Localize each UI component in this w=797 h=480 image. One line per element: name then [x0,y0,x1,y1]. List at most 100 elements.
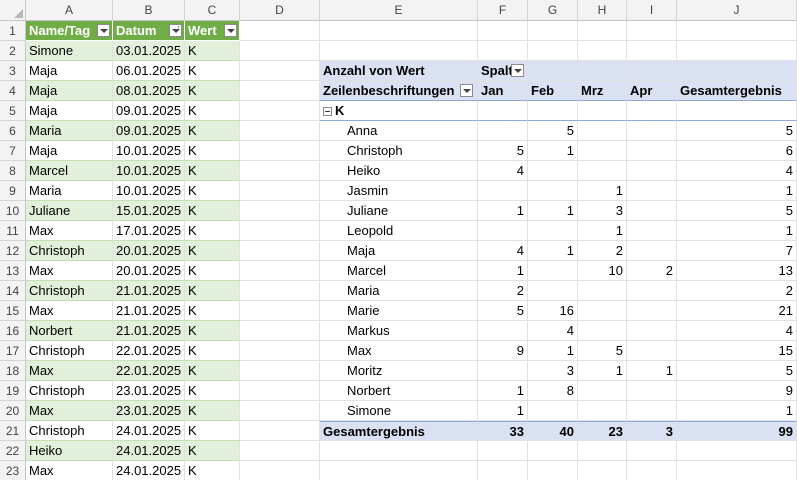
pivot-value-field[interactable]: Anzahl von Wert [320,61,478,81]
pivot-row-name[interactable]: Simone [320,401,478,421]
empty-cell[interactable] [240,241,320,261]
sort-filter-button[interactable]: ↑ [169,24,182,37]
empty-cell[interactable] [677,461,797,480]
table-cell[interactable]: K [185,201,240,221]
table-cell[interactable]: 23.01.2025 [113,381,185,401]
empty-cell[interactable] [240,61,320,81]
pivot-value-cell[interactable]: 5 [528,121,578,141]
empty-cell[interactable] [320,21,478,41]
table-cell[interactable]: K [185,281,240,301]
pivot-month-header[interactable]: Feb [528,81,578,101]
pivot-value-cell[interactable] [627,181,677,201]
pivot-row-total[interactable]: 7 [677,241,797,261]
table-cell[interactable]: Heiko [26,441,113,461]
row-header-10[interactable]: 10 [0,201,26,221]
table-cell[interactable]: 24.01.2025 [113,461,185,480]
empty-cell[interactable] [528,41,578,61]
column-filter-button[interactable] [511,64,524,77]
empty-cell[interactable] [578,461,627,480]
pivot-value-cell[interactable]: 1 [478,401,528,421]
table-cell[interactable]: Christoph [26,281,113,301]
pivot-value-cell[interactable]: 1 [478,381,528,401]
empty-cell[interactable] [240,21,320,41]
table-cell[interactable]: Maja [26,81,113,101]
pivot-row-total[interactable]: 1 [677,401,797,421]
empty-cell[interactable] [240,261,320,281]
table-cell[interactable]: K [185,121,240,141]
pivot-value-cell[interactable]: 1 [528,141,578,161]
row-header-23[interactable]: 23 [0,461,26,480]
table-cell[interactable]: K [185,381,240,401]
table-cell[interactable]: 15.01.2025 [113,201,185,221]
pivot-column-total[interactable]: 33 [478,421,528,441]
empty-cell[interactable] [240,141,320,161]
pivot-value-cell[interactable] [627,301,677,321]
table-cell[interactable]: K [185,261,240,281]
pivot-value-cell[interactable]: 8 [528,381,578,401]
pivot-value-cell[interactable] [478,221,528,241]
pivot-value-cell[interactable] [528,261,578,281]
empty-cell[interactable] [320,441,478,461]
pivot-column-total[interactable]: 40 [528,421,578,441]
pivot-value-cell[interactable] [627,241,677,261]
pivot-group-cell[interactable] [677,101,797,121]
table-cell[interactable]: 21.01.2025 [113,301,185,321]
pivot-header-cell[interactable] [627,61,677,81]
pivot-group-cell[interactable] [627,101,677,121]
pivot-month-header[interactable]: Apr [627,81,677,101]
empty-cell[interactable] [240,321,320,341]
pivot-value-cell[interactable]: 4 [478,161,528,181]
table-cell[interactable]: K [185,341,240,361]
pivot-value-cell[interactable] [627,221,677,241]
empty-cell[interactable] [578,41,627,61]
pivot-value-cell[interactable]: 1 [528,201,578,221]
pivot-month-header[interactable]: Jan [478,81,528,101]
empty-cell[interactable] [240,181,320,201]
table-cell[interactable]: Christoph [26,421,113,441]
row-header-16[interactable]: 16 [0,321,26,341]
pivot-row-total[interactable]: 5 [677,121,797,141]
table-cell[interactable]: 03.01.2025 [113,41,185,61]
pivot-row-total[interactable]: 1 [677,221,797,241]
empty-cell[interactable] [240,401,320,421]
pivot-grand-total-value[interactable]: 99 [677,421,797,441]
table-header-2[interactable]: Wert [185,21,240,41]
pivot-group-cell[interactable] [478,101,528,121]
empty-cell[interactable] [478,461,528,480]
pivot-value-cell[interactable]: 2 [478,281,528,301]
pivot-value-cell[interactable]: 10 [578,261,627,281]
empty-cell[interactable] [320,461,478,480]
table-cell[interactable]: 24.01.2025 [113,421,185,441]
pivot-column-field[interactable]: Spalt [478,61,528,81]
pivot-value-cell[interactable] [627,281,677,301]
pivot-row-name[interactable]: Heiko [320,161,478,181]
pivot-row-total[interactable]: 15 [677,341,797,361]
row-header-12[interactable]: 12 [0,241,26,261]
table-cell[interactable]: Maria [26,121,113,141]
row-header-5[interactable]: 5 [0,101,26,121]
table-cell[interactable]: K [185,101,240,121]
table-header-1[interactable]: Datum ↑ [113,21,185,41]
column-header-e[interactable]: E [320,0,478,21]
table-cell[interactable]: Christoph [26,381,113,401]
row-header-18[interactable]: 18 [0,361,26,381]
empty-cell[interactable] [478,441,528,461]
table-cell[interactable]: Christoph [26,341,113,361]
pivot-value-cell[interactable] [627,381,677,401]
row-header-6[interactable]: 6 [0,121,26,141]
row-header-7[interactable]: 7 [0,141,26,161]
row-header-11[interactable]: 11 [0,221,26,241]
table-cell[interactable]: K [185,461,240,480]
pivot-value-cell[interactable]: 2 [627,261,677,281]
table-cell[interactable]: Maja [26,101,113,121]
table-cell[interactable]: Simone [26,41,113,61]
pivot-value-cell[interactable]: 1 [478,201,528,221]
row-header-14[interactable]: 14 [0,281,26,301]
table-cell[interactable]: K [185,221,240,241]
empty-cell[interactable] [240,281,320,301]
table-cell[interactable]: 23.01.2025 [113,401,185,421]
pivot-row-total[interactable]: 5 [677,201,797,221]
table-cell[interactable]: Max [26,361,113,381]
row-header-8[interactable]: 8 [0,161,26,181]
table-cell[interactable]: Juliane [26,201,113,221]
